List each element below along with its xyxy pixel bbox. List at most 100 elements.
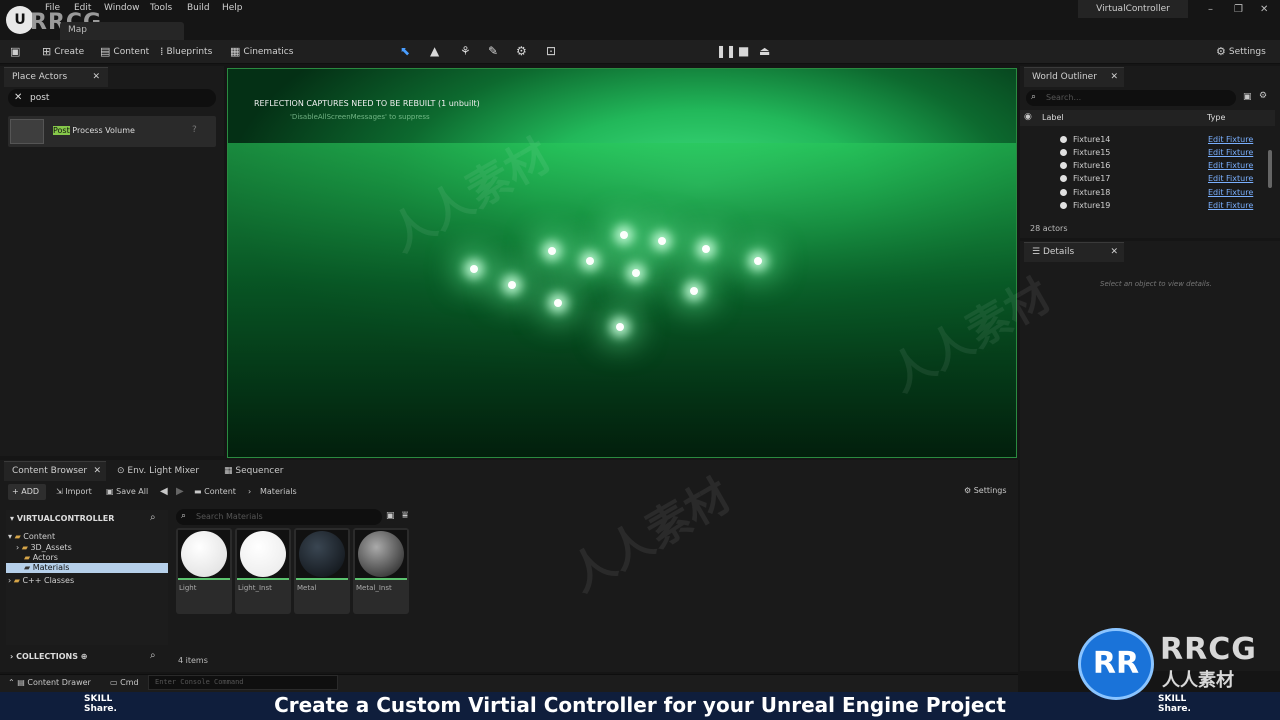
outliner-search[interactable]: ⌕ Search... — [1026, 90, 1236, 106]
asset-tile-light[interactable]: Light — [176, 528, 232, 614]
materials-search-input[interactable]: Search Materials — [196, 512, 263, 521]
fixture-light[interactable] — [658, 237, 666, 245]
map-tab[interactable]: Map — [60, 22, 184, 40]
menu-build[interactable]: Build — [187, 3, 210, 13]
paint-mode-icon[interactable]: ✎ — [488, 44, 498, 58]
collections-header[interactable]: › COLLECTIONS ⊕ — [10, 652, 88, 661]
filter-icon[interactable]: ⩸ — [402, 510, 408, 521]
edit-fixture-link[interactable]: Edit Fixture — [1208, 135, 1253, 144]
details-tab[interactable]: ☰ Details ✕ — [1024, 242, 1124, 262]
close-tab-icon[interactable]: ✕ — [92, 72, 100, 82]
breadcrumb-content[interactable]: ▬ Content — [194, 487, 236, 496]
outliner-row[interactable]: Fixture19 — [1060, 201, 1110, 210]
outliner-settings-icon[interactable]: ⚙ — [1259, 91, 1267, 101]
outliner-row[interactable]: Fixture14 — [1060, 135, 1110, 144]
clear-search-icon[interactable]: ✕ — [14, 92, 22, 103]
menu-window[interactable]: Window — [104, 3, 140, 13]
modeling-mode-icon[interactable]: ⚙ — [516, 44, 527, 58]
type-column[interactable]: Type — [1207, 113, 1225, 122]
eject-icon[interactable]: ⏏ — [759, 44, 770, 58]
add-button[interactable]: + ADD — [8, 484, 46, 500]
outliner-search-input[interactable]: Search... — [1046, 93, 1081, 102]
settings-button[interactable]: ⚙ Settings — [1216, 45, 1266, 58]
import-button[interactable]: ⇲ Import — [56, 487, 92, 496]
foliage-mode-icon[interactable]: ⚘ — [460, 44, 471, 58]
fixture-light[interactable] — [548, 247, 556, 255]
menu-help[interactable]: Help — [222, 3, 243, 13]
fixture-light[interactable] — [690, 287, 698, 295]
label-column[interactable]: Label — [1042, 113, 1064, 122]
close-tab-icon[interactable]: ✕ — [1110, 247, 1118, 257]
outliner-row[interactable]: Fixture17 — [1060, 174, 1110, 183]
add-collection-icon[interactable]: ⊕ — [81, 652, 88, 661]
env-light-mixer-tab[interactable]: ⊙ Env. Light Mixer — [117, 466, 199, 476]
add-folder-icon[interactable]: ▣ — [1243, 92, 1252, 102]
edit-fixture-link[interactable]: Edit Fixture — [1208, 201, 1253, 210]
content-browser-tab[interactable]: Content Browser ✕ — [4, 461, 106, 481]
search-icon[interactable]: ⌕ — [150, 650, 156, 661]
cmd-button[interactable]: ▭ Cmd — [110, 678, 139, 687]
fracture-mode-icon[interactable]: ⊡ — [546, 44, 556, 58]
visibility-eye-icon[interactable]: ◉ — [1024, 112, 1032, 122]
save-search-icon[interactable]: ▣ — [386, 511, 395, 521]
breadcrumb-materials[interactable]: Materials — [260, 487, 297, 496]
outliner-row[interactable]: Fixture18 — [1060, 188, 1110, 197]
search-input[interactable]: post — [30, 93, 49, 103]
tree-item-cpp-classes[interactable]: › ▰ C++ Classes — [8, 576, 74, 585]
blueprints-button[interactable]: ⁞ Blueprints — [160, 45, 212, 58]
edit-fixture-link[interactable]: Edit Fixture — [1208, 188, 1253, 197]
fixture-light[interactable] — [702, 245, 710, 253]
level-viewport[interactable]: REFLECTION CAPTURES NEED TO BE REBUILT (… — [227, 68, 1017, 458]
maximize-icon[interactable]: ❐ — [1234, 4, 1243, 15]
fixture-light[interactable] — [754, 257, 762, 265]
content-drawer-button[interactable]: ⌃ ▤ Content Drawer — [8, 678, 91, 687]
tree-root[interactable]: ▾ VIRTUALCONTROLLER — [10, 514, 114, 523]
fixture-light[interactable] — [554, 299, 562, 307]
edit-fixture-link[interactable]: Edit Fixture — [1208, 161, 1253, 170]
stop-icon[interactable]: ■ — [738, 44, 749, 58]
menu-file[interactable]: File — [45, 3, 60, 13]
help-icon[interactable]: ? — [192, 125, 197, 135]
tree-item-actors[interactable]: ▰ Actors — [24, 553, 58, 562]
search-icon[interactable]: ⌕ — [150, 512, 156, 523]
minimize-icon[interactable]: – — [1208, 4, 1213, 15]
pause-icon[interactable]: ❚❚ — [716, 44, 736, 58]
menu-tools[interactable]: Tools — [150, 3, 172, 13]
select-mode-icon[interactable]: ⬉ — [400, 44, 410, 58]
outliner-scrollbar[interactable] — [1268, 150, 1272, 188]
close-tab-icon[interactable]: ✕ — [93, 466, 101, 476]
save-all-button[interactable]: ▣ Save All — [106, 487, 148, 496]
outliner-row[interactable]: Fixture16 — [1060, 161, 1110, 170]
fixture-light[interactable] — [632, 269, 640, 277]
world-outliner-tab[interactable]: World Outliner ✕ — [1024, 67, 1124, 87]
edit-fixture-link[interactable]: Edit Fixture — [1208, 174, 1253, 183]
menu-edit[interactable]: Edit — [74, 3, 91, 13]
materials-search[interactable]: ⌕ Search Materials — [176, 509, 382, 525]
create-button[interactable]: ⊞ Create — [42, 45, 84, 58]
cb-settings-button[interactable]: ⚙ Settings — [964, 486, 1007, 495]
fixture-light[interactable] — [586, 257, 594, 265]
history-back-icon[interactable]: ◀ — [160, 486, 168, 497]
close-icon[interactable]: ✕ — [1260, 4, 1268, 15]
history-forward-icon[interactable]: ▶ — [176, 486, 184, 497]
sequencer-tab[interactable]: ▦ Sequencer — [224, 466, 283, 476]
console-input[interactable]: Enter Console Command — [148, 675, 338, 690]
cinematics-button[interactable]: ▦ Cinematics — [230, 45, 293, 58]
fixture-light[interactable] — [508, 281, 516, 289]
outliner-row[interactable]: Fixture15 — [1060, 148, 1110, 157]
tree-item-materials[interactable]: ▰ Materials — [6, 563, 168, 573]
tree-item-content[interactable]: ▾ ▰ Content — [8, 532, 55, 541]
fixture-light[interactable] — [616, 323, 624, 331]
tree-item-3d-assets[interactable]: › ▰ 3D_Assets — [16, 543, 72, 552]
fixture-light[interactable] — [620, 231, 628, 239]
edit-fixture-link[interactable]: Edit Fixture — [1208, 148, 1253, 157]
asset-tile-metal[interactable]: Metal — [294, 528, 350, 614]
place-actors-search[interactable]: ✕ post — [8, 89, 216, 107]
asset-tile-metal-inst[interactable]: Metal_Inst — [353, 528, 409, 614]
save-icon[interactable]: ▣ — [10, 45, 20, 58]
asset-tile-light-inst[interactable]: Light_Inst — [235, 528, 291, 614]
content-button[interactable]: ▤ Content — [100, 45, 149, 58]
close-tab-icon[interactable]: ✕ — [1110, 72, 1118, 82]
place-actors-tab[interactable]: Place Actors ✕ — [4, 67, 108, 87]
fixture-light[interactable] — [470, 265, 478, 273]
